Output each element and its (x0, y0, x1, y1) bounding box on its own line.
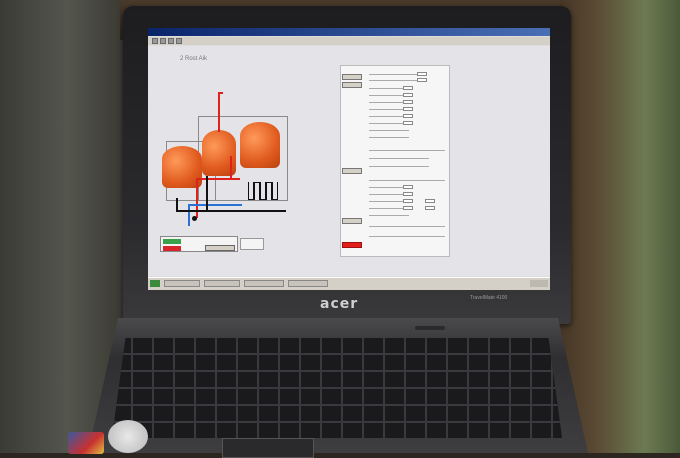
power-button[interactable] (415, 326, 445, 330)
param-field[interactable] (403, 100, 413, 104)
param-row (369, 130, 409, 131)
parameter-panel (340, 65, 450, 257)
sticker-seal (108, 420, 148, 453)
param-field[interactable] (403, 185, 413, 189)
param-field[interactable] (403, 107, 413, 111)
param-field[interactable] (403, 121, 413, 125)
pipe-hot (196, 178, 198, 218)
windows-start-icon[interactable] (150, 280, 160, 287)
param-field[interactable] (403, 199, 413, 203)
pipe-hot (218, 92, 223, 94)
param-row (369, 158, 429, 159)
taskbar-item[interactable] (204, 280, 240, 287)
taskbar-item[interactable] (244, 280, 284, 287)
side-button[interactable] (342, 82, 362, 88)
laptop-screen: 2 Rost Aik (148, 28, 550, 290)
control-button[interactable] (205, 245, 235, 251)
param-field[interactable] (417, 78, 427, 82)
pipe-hot (218, 92, 220, 132)
pipe-hot (196, 178, 240, 180)
control-small-panel[interactable] (240, 238, 264, 250)
coil-segment (272, 182, 278, 200)
param-row (369, 236, 445, 237)
param-row (369, 166, 429, 167)
param-row (369, 215, 409, 216)
param-field[interactable] (417, 72, 427, 76)
process-diagram: 2 Rost Aik (148, 46, 550, 276)
param-field[interactable] (403, 86, 413, 90)
control-panel (160, 236, 238, 252)
taskbar (148, 277, 550, 290)
touchpad[interactable] (222, 438, 314, 458)
param-row (369, 80, 421, 81)
param-row (369, 180, 445, 181)
keyboard-rows (112, 338, 562, 438)
taskbar-item[interactable] (164, 280, 200, 287)
param-field[interactable] (403, 206, 413, 210)
vessel-right[interactable] (240, 122, 280, 168)
laptop-model: TravelMate 4100 (470, 295, 508, 301)
param-field[interactable] (403, 93, 413, 97)
side-button-alarm[interactable] (342, 242, 362, 248)
toolbar (148, 37, 550, 45)
param-row (369, 150, 445, 151)
param-field[interactable] (425, 199, 435, 203)
side-button[interactable] (342, 168, 362, 174)
pump-icon[interactable] (192, 216, 197, 221)
status-off-indicator (163, 246, 181, 251)
window-title-bar (148, 28, 550, 36)
toolbar-button[interactable] (176, 38, 182, 44)
pipe-drain (176, 210, 286, 212)
pipe-drain (176, 198, 178, 210)
system-tray[interactable] (530, 280, 548, 287)
param-field[interactable] (403, 114, 413, 118)
side-button[interactable] (342, 74, 362, 80)
param-row (369, 226, 445, 227)
param-row (369, 74, 421, 75)
side-button[interactable] (342, 218, 362, 224)
section-title: 2 Rost Aik (180, 56, 208, 62)
sticker (68, 432, 104, 454)
toolbar-button[interactable] (152, 38, 158, 44)
status-on-indicator (163, 239, 181, 244)
taskbar-item[interactable] (288, 280, 328, 287)
pipe-hot (230, 156, 232, 180)
pipe-drain (206, 176, 208, 210)
param-field[interactable] (425, 206, 435, 210)
toolbar-button[interactable] (168, 38, 174, 44)
pipe-cold (188, 204, 242, 206)
acer-logo: acer (320, 296, 359, 312)
param-field[interactable] (403, 192, 413, 196)
param-row (369, 137, 409, 138)
pipe-cold (188, 204, 190, 226)
toolbar-button[interactable] (160, 38, 166, 44)
